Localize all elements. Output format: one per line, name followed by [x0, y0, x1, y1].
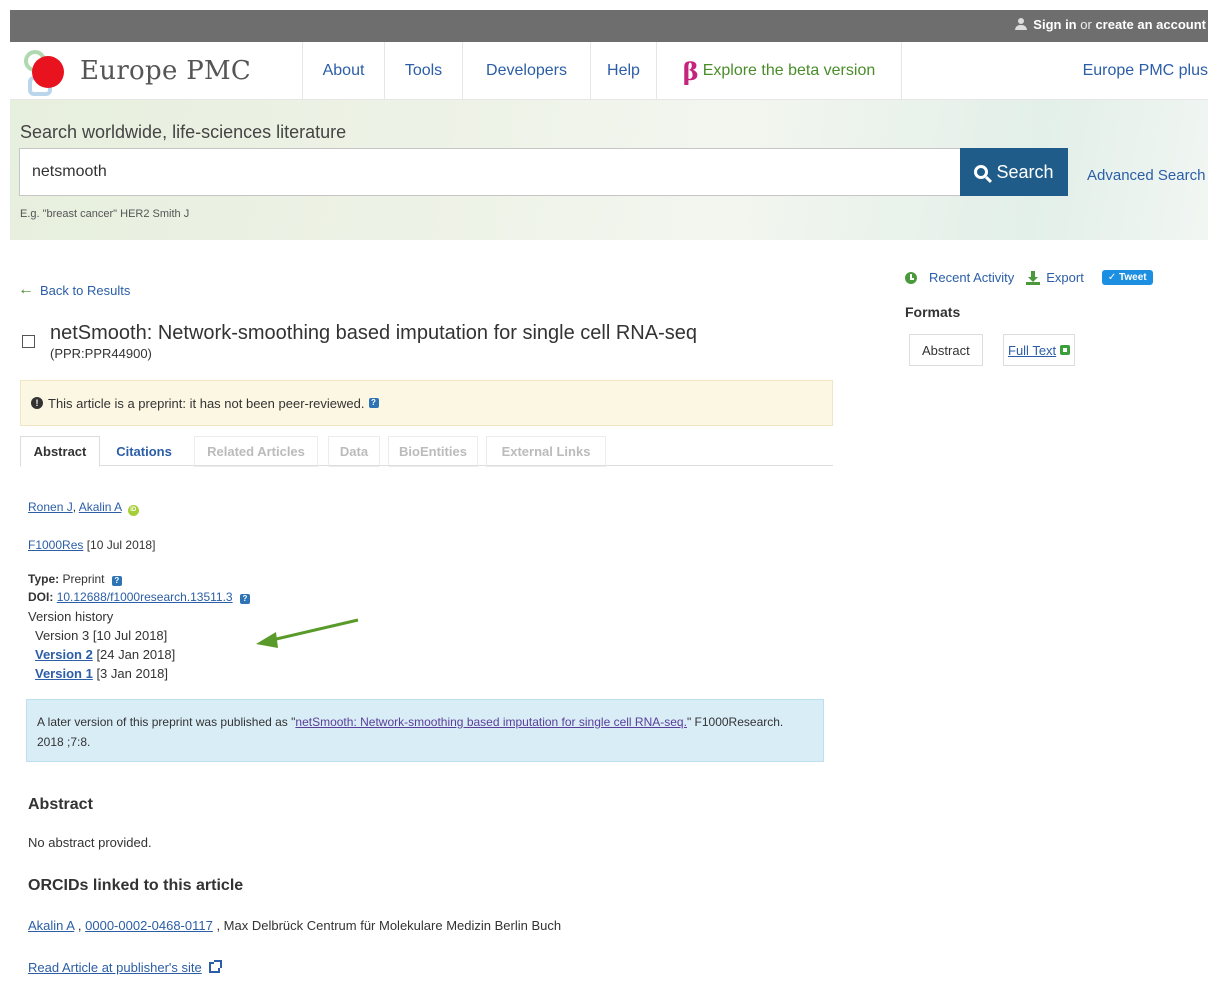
arrow-left-icon: ← [18, 281, 34, 298]
help-icon[interactable]: ? [239, 594, 250, 604]
version-history-title: Version history [28, 609, 114, 624]
later-version-link[interactable]: netSmooth: Network-smoothing based imput… [295, 715, 687, 729]
tab-data: Data [328, 436, 380, 467]
doi-line: DOI: 10.12688/f1000research.13511.3 ? [28, 590, 250, 604]
tweet-label: Tweet [1119, 272, 1147, 283]
format-abstract[interactable]: Abstract [909, 334, 983, 366]
full-text-link[interactable]: Full Text [1008, 343, 1056, 358]
orcid-icon[interactable]: iD [127, 505, 139, 516]
formats-title: Formats [905, 304, 961, 320]
beta-label: Explore the beta version [702, 62, 876, 79]
help-icon[interactable]: ? [368, 398, 379, 408]
abstract-heading: Abstract [28, 796, 93, 813]
clock-icon [905, 271, 917, 284]
doi-link[interactable]: 10.12688/f1000research.13511.3 [57, 590, 233, 604]
version-1: Version 1 [3 Jan 2018] [35, 666, 168, 681]
nav-help[interactable]: Help [590, 42, 656, 100]
tweet-button[interactable]: ✓ Tweet [1101, 270, 1153, 285]
publisher-link-row: Read Article at publisher's site [28, 960, 223, 975]
orcid-affiliation: , Max Delbrück Centrum für Molekulare Me… [216, 918, 562, 933]
user-icon [1015, 18, 1028, 30]
nav-about[interactable]: About [302, 42, 384, 100]
orcid-line: Akalin A , 0000-0002-0468-0117 , Max Del… [28, 918, 561, 933]
tab-bioentities: BioEntities [388, 436, 478, 467]
nav-beta[interactable]: β Explore the beta version [656, 42, 902, 100]
back-label: Back to Results [40, 282, 131, 298]
version-3: Version 3 [10 Jul 2018] [35, 628, 167, 643]
version-date: [3 Jan 2018] [96, 666, 168, 681]
later-prefix: A later version of this preprint was pub… [37, 715, 296, 729]
orcid-author-link[interactable]: Akalin A [28, 918, 74, 933]
warning-text: This article is a preprint: it has not b… [48, 395, 365, 411]
type-label: Type: [28, 572, 60, 586]
beta-icon: β [682, 56, 699, 86]
external-link-icon [209, 960, 223, 973]
preprint-warning: ! This article is a preprint: it has not… [20, 380, 833, 426]
action-bar: Recent Activity Export ✓ Tweet [905, 270, 1153, 285]
search-icon [974, 165, 989, 179]
search-title: Search worldwide, life-sciences literatu… [20, 122, 347, 142]
tab-citations[interactable]: Citations [104, 436, 184, 467]
download-icon [1026, 270, 1041, 285]
search-example: E.g. "breast cancer" HER2 Smith J [20, 208, 190, 220]
nav-tools[interactable]: Tools [384, 42, 462, 100]
version-date: [24 Jan 2018] [96, 647, 176, 662]
help-icon[interactable]: ? [111, 576, 122, 586]
search-button[interactable]: Search [960, 148, 1068, 196]
journal-link[interactable]: F1000Res [28, 538, 83, 552]
brand-name[interactable]: Europe PMC [80, 56, 251, 86]
export-link[interactable]: Export [1046, 270, 1084, 285]
author-link[interactable]: Ronen J [28, 500, 73, 514]
authors: Ronen J, Akalin A iD [28, 500, 139, 516]
orcid-heading: ORCIDs linked to this article [28, 877, 244, 894]
nav-developers[interactable]: Developers [462, 42, 590, 100]
tab-external-links: External Links [486, 436, 606, 467]
account-links: Sign in or create an account [1015, 17, 1206, 32]
journal-line: F1000Res [10 Jul 2018] [28, 538, 155, 552]
article-title: netSmooth: Network-smoothing based imput… [50, 322, 697, 344]
select-article-checkbox[interactable] [22, 335, 35, 348]
read-article-link[interactable]: Read Article at publisher's site [28, 960, 202, 975]
publication-date: [10 Jul 2018] [86, 538, 156, 552]
tab-related-articles: Related Articles [194, 436, 318, 467]
europe-pmc-logo[interactable] [22, 50, 74, 98]
exclamation-icon: ! [31, 397, 43, 409]
article-tabs: Abstract Citations Related Articles Data… [20, 436, 833, 467]
search-input[interactable]: netsmooth [19, 148, 971, 196]
orcid-id-link[interactable]: 0000-0002-0468-0117 [85, 918, 213, 933]
nav-europe-pmc-plus[interactable]: Europe PMC plus [1083, 42, 1208, 100]
author-link[interactable]: Akalin A [79, 500, 122, 514]
version-label: Version 3 [35, 628, 90, 643]
or-text: or [1080, 17, 1092, 32]
open-access-icon [1060, 345, 1071, 355]
search-band: Search worldwide, life-sciences literatu… [10, 100, 1208, 240]
site-header: Europe PMC About Tools Developers Help β… [10, 42, 1208, 100]
twitter-icon: ✓ [1107, 272, 1117, 283]
recent-activity-link[interactable]: Recent Activity [929, 270, 1014, 285]
type-line: Type: Preprint ? [28, 572, 122, 586]
search-button-label: Search [996, 161, 1054, 182]
create-account-link[interactable]: create an account [1095, 17, 1206, 32]
version-2: Version 2 [24 Jan 2018] [35, 647, 175, 662]
doi-label: DOI: [28, 590, 54, 604]
tab-abstract[interactable]: Abstract [20, 436, 100, 467]
sign-in-link[interactable]: Sign in [1033, 17, 1076, 32]
top-strip: Sign in or create an account [10, 10, 1208, 42]
back-to-results[interactable]: ← Back to Results [18, 281, 130, 299]
format-full-text[interactable]: Full Text [1003, 334, 1076, 366]
article-id: (PPR:PPR44900) [50, 346, 152, 361]
version-date: [10 Jul 2018] [92, 628, 168, 643]
version-link[interactable]: Version 2 [35, 647, 93, 662]
later-version-notice: A later version of this preprint was pub… [26, 699, 824, 762]
type-value: Preprint [62, 572, 105, 586]
annotation-arrow [256, 618, 359, 648]
abstract-text: No abstract provided. [28, 835, 152, 850]
advanced-search-link[interactable]: Advanced Search [1087, 167, 1205, 184]
version-link[interactable]: Version 1 [35, 666, 93, 681]
